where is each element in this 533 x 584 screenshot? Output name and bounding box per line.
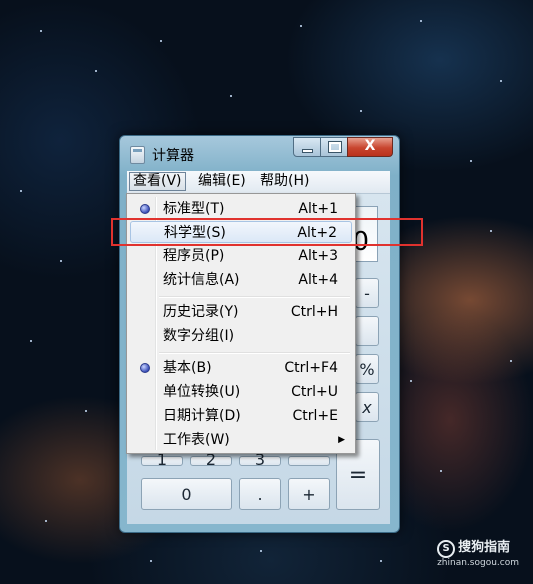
minimize-button[interactable]: [293, 137, 321, 157]
menu-separator: [159, 352, 350, 354]
close-button[interactable]: X: [347, 137, 393, 157]
radio-bullet-icon: [140, 363, 150, 373]
key-partial-percent[interactable]: %: [355, 354, 379, 384]
menu-item-label: 数字分组(I): [163, 328, 235, 344]
menu-bar: 查看(V) 编辑(E) 帮助(H): [127, 171, 390, 194]
key-2[interactable]: 2: [190, 452, 232, 468]
menu-item-label: 历史记录(Y): [163, 304, 239, 320]
maximize-button[interactable]: [320, 137, 348, 157]
key-partial-x[interactable]: x: [355, 392, 379, 422]
menu-item-standard[interactable]: 标准型(T) Alt+1: [130, 198, 352, 220]
menu-item-label: 标准型(T): [163, 201, 225, 217]
submenu-arrow-icon: ▶: [338, 435, 345, 445]
watermark-brand: 搜狗指南: [458, 540, 511, 555]
key-plus[interactable]: +: [288, 478, 330, 510]
menu-item-basic[interactable]: 基本(B) Ctrl+F4: [130, 357, 352, 379]
title-bar[interactable]: 计算器 X: [120, 136, 399, 170]
menu-item-shortcut: Ctrl+H: [290, 304, 338, 320]
menu-item-shortcut: Ctrl+U: [291, 384, 338, 400]
window-title: 计算器: [152, 148, 194, 164]
calculator-icon: [130, 146, 145, 164]
menu-item-shortcut: Ctrl+F4: [284, 360, 338, 376]
window-controls: X: [293, 137, 393, 157]
key-partial-minus[interactable]: -: [355, 278, 379, 308]
menu-item-shortcut: Alt+3: [298, 248, 338, 264]
menu-item-history[interactable]: 历史记录(Y) Ctrl+H: [130, 301, 352, 323]
radio-bullet-icon: [140, 204, 150, 214]
menu-item-date-calculation[interactable]: 日期计算(D) Ctrl+E: [130, 405, 352, 427]
sogou-logo-icon: S: [437, 540, 456, 558]
menu-help[interactable]: 帮助(H): [257, 173, 312, 190]
menu-item-label: 单位转换(U): [163, 384, 241, 400]
key-0[interactable]: 0: [141, 478, 232, 510]
key-1[interactable]: 1: [141, 452, 183, 468]
watermark-url: zhinan.sogou.com: [437, 558, 519, 568]
key-partial-hidden[interactable]: [355, 316, 379, 346]
menu-item-label: 程序员(P): [163, 248, 225, 264]
highlight-annotation-box: [111, 218, 423, 246]
menu-item-label: 统计信息(A): [163, 272, 240, 288]
menu-item-shortcut: Alt+1: [298, 201, 338, 217]
menu-item-label: 基本(B): [163, 360, 212, 376]
key-decimal[interactable]: .: [239, 478, 281, 510]
key-3[interactable]: 3: [239, 452, 281, 468]
watermark: S 搜狗指南 zhinan.sogou.com: [437, 536, 519, 568]
menu-item-shortcut: Ctrl+E: [292, 408, 339, 424]
key-partial-hidden-2[interactable]: [288, 456, 330, 466]
menu-edit[interactable]: 编辑(E): [195, 173, 249, 190]
menu-item-programmer[interactable]: 程序员(P) Alt+3: [130, 245, 352, 267]
menu-item-label: 工作表(W): [163, 432, 230, 448]
menu-separator: [159, 296, 350, 298]
menu-item-shortcut: Alt+4: [298, 272, 338, 288]
menu-item-unit-conversion[interactable]: 单位转换(U) Ctrl+U: [130, 381, 352, 403]
menu-item-digit-grouping[interactable]: 数字分组(I): [130, 325, 352, 347]
menu-item-statistics[interactable]: 统计信息(A) Alt+4: [130, 269, 352, 291]
menu-item-worksheets[interactable]: 工作表(W) ▶: [130, 429, 352, 451]
menu-view[interactable]: 查看(V): [129, 172, 186, 191]
menu-item-label: 日期计算(D): [163, 408, 241, 424]
